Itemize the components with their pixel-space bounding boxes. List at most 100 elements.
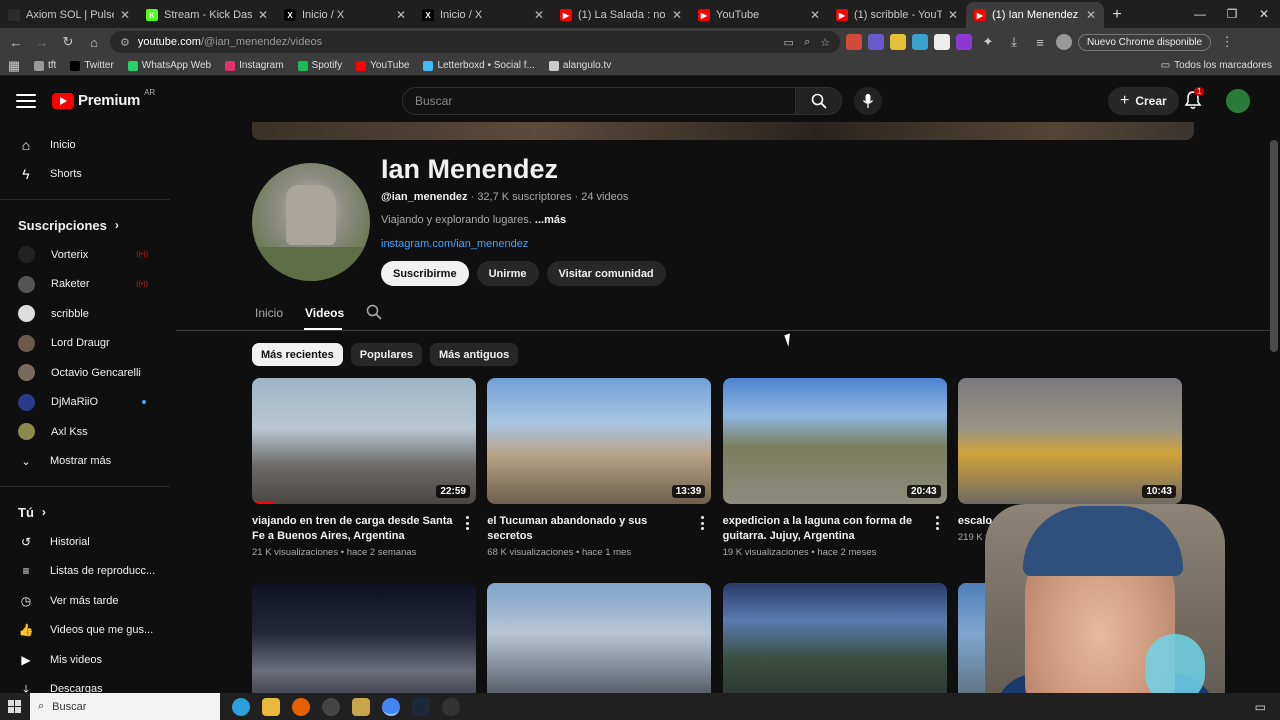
bookmark-item[interactable]: Spotify bbox=[297, 60, 342, 71]
search-input[interactable]: Buscar bbox=[402, 87, 796, 115]
close-tab-icon[interactable]: ✕ bbox=[258, 8, 268, 22]
download-icon[interactable]: ⤓ bbox=[1004, 32, 1024, 52]
sidebar-item-you[interactable]: ≡ Listas de reproducc... bbox=[0, 557, 170, 587]
video-thumbnail[interactable] bbox=[252, 583, 476, 709]
chrome-update-button[interactable]: Nuevo Chrome disponible bbox=[1078, 33, 1212, 51]
sidebar-item-home[interactable]: ⌂ Inicio bbox=[0, 130, 170, 160]
site-info-icon[interactable]: ⚙ bbox=[120, 36, 130, 49]
video-title[interactable]: el Tucuman abandonado y sus secretos bbox=[487, 514, 692, 544]
media-control-icon[interactable]: ≡ bbox=[1030, 32, 1050, 52]
browser-tab[interactable]: X Inicio / X ✕ bbox=[276, 2, 414, 28]
video-card[interactable]: 20:43 expedicion a la laguna con forma de… bbox=[722, 378, 947, 558]
video-card[interactable] bbox=[252, 583, 476, 709]
telegram-icon[interactable] bbox=[232, 697, 250, 716]
you-header[interactable]: Tú › bbox=[0, 497, 170, 527]
close-tab-icon[interactable]: ✕ bbox=[396, 8, 406, 22]
bookmark-star-icon[interactable]: ☆ bbox=[820, 36, 830, 49]
more-actions-icon[interactable] bbox=[933, 516, 943, 530]
video-title[interactable]: viajando en tren de carga desde Santa Fe… bbox=[252, 514, 457, 544]
new-tab-button[interactable]: + bbox=[1104, 2, 1130, 28]
home-icon[interactable]: ⌂ bbox=[84, 32, 104, 52]
youtube-premium-logo[interactable]: Premium AR bbox=[52, 88, 155, 109]
join-button[interactable]: Unirme bbox=[476, 261, 539, 286]
bookmark-item[interactable]: Letterboxd • Social f... bbox=[423, 60, 535, 71]
apps-grid-icon[interactable]: ▦ bbox=[8, 56, 20, 76]
browser-tab[interactable]: ▶ (1) Ian Menendez - Yo ✕ bbox=[966, 2, 1104, 28]
video-thumbnail[interactable]: 22:59 bbox=[252, 378, 476, 504]
extension-icon[interactable] bbox=[868, 34, 884, 50]
bookmark-item[interactable]: alangulo.tv bbox=[548, 60, 611, 71]
sort-chip[interactable]: Populares bbox=[350, 343, 422, 366]
browser-menu-icon[interactable]: ⋮ bbox=[1217, 32, 1237, 52]
cast-icon[interactable]: ▭ bbox=[784, 36, 794, 49]
browser-tab[interactable]: X Inicio / X ✕ bbox=[414, 2, 552, 28]
subscribe-button[interactable]: Suscribirme bbox=[381, 261, 469, 286]
sidebar-item-subscription[interactable]: Axl Kss bbox=[0, 417, 170, 447]
sidebar-item-you[interactable]: ↺ Historial bbox=[0, 527, 170, 557]
reload-icon[interactable]: ↻ bbox=[58, 32, 78, 52]
all-bookmarks[interactable]: ▭ Todos los marcadores bbox=[1161, 60, 1272, 71]
page-scrollbar[interactable] bbox=[1270, 140, 1278, 352]
video-thumbnail[interactable]: 13:39 bbox=[487, 378, 712, 504]
channel-link[interactable]: instagram.com/ian_menendez bbox=[381, 238, 528, 250]
sidebar-item-you[interactable]: ▶ Mis videos bbox=[0, 645, 170, 675]
close-tab-icon[interactable]: ✕ bbox=[810, 8, 820, 22]
video-thumbnail[interactable] bbox=[722, 583, 947, 709]
app-icon[interactable] bbox=[442, 697, 460, 716]
profile-avatar[interactable] bbox=[1056, 34, 1072, 50]
create-button[interactable]: + Crear bbox=[1108, 87, 1179, 115]
close-tab-icon[interactable]: ✕ bbox=[1086, 8, 1096, 22]
sidebar-item-you[interactable]: 👍 Videos que me gus... bbox=[0, 616, 170, 646]
bookmark-item[interactable]: Instagram bbox=[225, 60, 284, 71]
extension-icon[interactable] bbox=[912, 34, 928, 50]
back-icon[interactable]: ← bbox=[6, 32, 26, 52]
tab-videos[interactable]: Videos bbox=[305, 306, 344, 320]
video-title[interactable]: expedicion a la laguna con forma de guit… bbox=[723, 514, 928, 544]
extensions-puzzle-icon[interactable]: ✦ bbox=[978, 32, 998, 52]
sidebar-item-you[interactable]: ◷ Ver más tarde bbox=[0, 586, 170, 616]
browser-tab[interactable]: ▶ YouTube ✕ bbox=[690, 2, 828, 28]
sidebar-item-subscription[interactable]: scribble bbox=[0, 299, 170, 329]
channel-search-icon[interactable] bbox=[366, 304, 382, 325]
video-card[interactable]: 13:39 el Tucuman abandonado y sus secreto… bbox=[487, 378, 712, 558]
more-actions-icon[interactable] bbox=[697, 516, 707, 530]
video-card[interactable] bbox=[487, 583, 712, 709]
extension-icon[interactable] bbox=[934, 34, 950, 50]
close-tab-icon[interactable]: ✕ bbox=[672, 8, 682, 22]
restore-icon[interactable]: ❐ bbox=[1216, 0, 1248, 28]
more-actions-icon[interactable] bbox=[462, 516, 472, 530]
file-explorer-icon[interactable] bbox=[262, 697, 280, 716]
video-card[interactable]: 22:59 viajando en tren de carga desde San… bbox=[252, 378, 476, 558]
obs-icon[interactable] bbox=[322, 697, 340, 716]
bookmark-item[interactable]: tft bbox=[34, 60, 56, 71]
tab-home[interactable]: Inicio bbox=[255, 306, 283, 320]
bookmark-item[interactable]: YouTube bbox=[356, 60, 409, 71]
community-button[interactable]: Visitar comunidad bbox=[546, 261, 666, 286]
sort-chip[interactable]: Más recientes bbox=[252, 343, 343, 366]
taskbar-search[interactable]: ⌕ Buscar bbox=[30, 693, 220, 720]
close-tab-icon[interactable]: ✕ bbox=[948, 8, 958, 22]
bookmark-item[interactable]: Twitter bbox=[70, 60, 114, 71]
sidebar-item-subscription[interactable]: Octavio Gencarelli bbox=[0, 358, 170, 388]
extension-icon[interactable] bbox=[956, 34, 972, 50]
sidebar-item-subscription[interactable]: Lord Draugr bbox=[0, 329, 170, 359]
sidebar-item-subscription[interactable]: Raketer ((•)) bbox=[0, 270, 170, 300]
sidebar-item-shorts[interactable]: ϟ Shorts bbox=[0, 160, 170, 190]
close-window-icon[interactable]: ✕ bbox=[1248, 0, 1280, 28]
account-avatar[interactable] bbox=[1226, 89, 1250, 113]
browser-tab[interactable]: Axiom SOL | Pulse ✕ bbox=[0, 2, 138, 28]
forward-icon[interactable]: → bbox=[32, 32, 52, 52]
zoom-icon[interactable]: ⌕ bbox=[804, 36, 810, 49]
more-link[interactable]: ...más bbox=[535, 214, 566, 226]
steam-icon[interactable] bbox=[412, 697, 430, 716]
show-more-button[interactable]: ⌄ Mostrar más bbox=[0, 447, 170, 477]
league-icon[interactable] bbox=[352, 697, 370, 716]
close-tab-icon[interactable]: ✕ bbox=[534, 8, 544, 22]
menu-icon[interactable] bbox=[16, 92, 36, 110]
notifications-button[interactable]: 1 bbox=[1184, 87, 1205, 112]
extension-icon[interactable] bbox=[846, 34, 862, 50]
channel-description[interactable]: Viajando y explorando lugares. ...más bbox=[381, 214, 566, 226]
video-thumbnail[interactable] bbox=[487, 583, 712, 709]
subscriptions-header[interactable]: Suscripciones › bbox=[0, 210, 170, 240]
video-card[interactable] bbox=[722, 583, 947, 709]
